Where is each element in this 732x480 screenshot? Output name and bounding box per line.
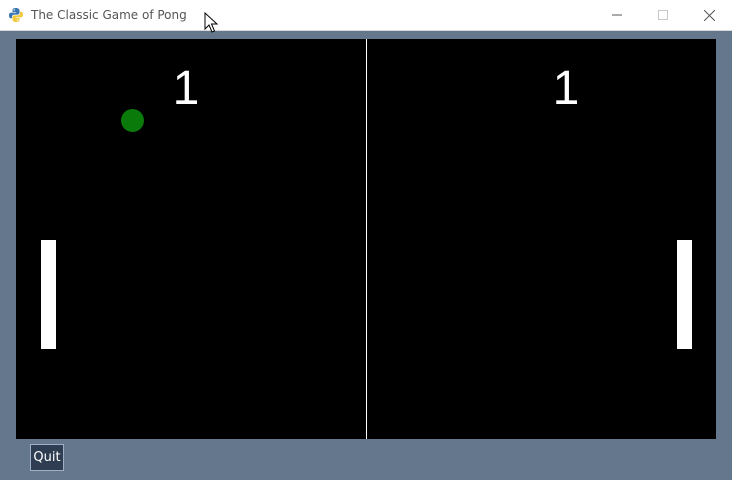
minimize-icon [612, 14, 622, 16]
right-paddle [677, 240, 692, 349]
python-icon [9, 8, 23, 22]
game-court[interactable]: 1 1 [16, 39, 716, 439]
ball [121, 109, 144, 132]
mouse-cursor-icon [204, 12, 218, 33]
minimize-button[interactable] [594, 0, 640, 30]
maximize-button[interactable] [640, 0, 686, 30]
left-player-score: 1 [172, 62, 200, 115]
maximize-icon [658, 10, 668, 20]
pong-window: The Classic Game of Pong 1 1 Quit [0, 0, 732, 480]
window-title: The Classic Game of Pong [31, 8, 187, 22]
quit-button[interactable]: Quit [30, 444, 64, 471]
left-paddle [41, 240, 56, 349]
center-line [366, 39, 367, 439]
right-player-score: 1 [552, 62, 580, 115]
close-icon [703, 9, 715, 21]
close-button[interactable] [686, 0, 732, 30]
title-bar[interactable]: The Classic Game of Pong [0, 0, 732, 31]
